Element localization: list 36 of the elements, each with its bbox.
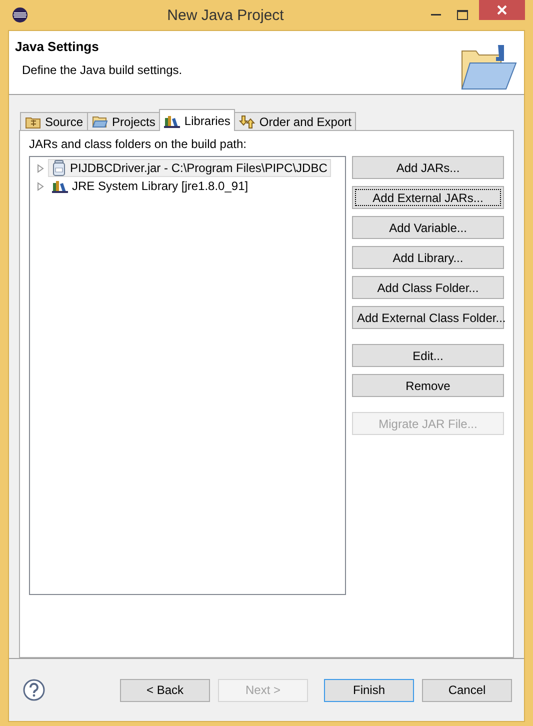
close-icon: [497, 5, 507, 15]
tab[interactable]: Projects: [87, 112, 160, 131]
action-button[interactable]: Add Class Folder...: [352, 276, 504, 299]
books-icon: [164, 114, 180, 128]
package-folder-icon: [25, 115, 41, 129]
eclipse-logo-icon: [12, 7, 28, 23]
jar-icon: [52, 160, 66, 176]
window-title: New Java Project: [166, 6, 285, 24]
help-icon[interactable]: [23, 679, 45, 701]
dialog-button[interactable]: Finish: [324, 678, 414, 702]
page-description: Define the Java build settings.: [22, 63, 184, 77]
books-icon: [52, 179, 68, 193]
tab[interactable]: Source: [20, 112, 88, 131]
list-caption: JARs and class folders on the build path:: [29, 137, 248, 151]
tab[interactable]: Order and Export: [234, 112, 356, 131]
dialog-button[interactable]: Cancel: [422, 678, 512, 702]
page-title: Java Settings: [15, 39, 100, 54]
minimize-icon[interactable]: [431, 14, 441, 16]
tree-item[interactable]: JRE System Library [jre1.8.0_91]: [48, 178, 252, 194]
action-button[interactable]: Add External JARs...: [352, 186, 504, 209]
action-button[interactable]: Add Variable...: [352, 216, 504, 239]
expand-arrow-icon[interactable]: [37, 182, 44, 190]
action-button[interactable]: Remove: [352, 374, 504, 397]
build-path-list[interactable]: PIJDBCDriver.jar - C:\Program Files\PIPC\JDBC JRE System Library [jre1.8.0_91]: [29, 156, 346, 595]
folder-icon: [92, 115, 108, 129]
dialog-button[interactable]: < Back: [120, 678, 210, 702]
action-button[interactable]: Add JARs...: [352, 156, 504, 179]
tree-item[interactable]: PIJDBCDriver.jar - C:\Program Files\PIPC\JDBC: [48, 159, 332, 177]
maximize-icon[interactable]: [456, 10, 468, 20]
action-button[interactable]: Edit...: [352, 344, 504, 367]
action-button[interactable]: Add External Class Folder...: [352, 306, 504, 329]
expand-arrow-icon[interactable]: [37, 164, 44, 172]
close-button[interactable]: [479, 0, 525, 20]
action-button[interactable]: Add Library...: [352, 246, 504, 269]
up-down-arrows-icon: [239, 115, 256, 129]
tab[interactable]: Libraries: [159, 109, 236, 131]
